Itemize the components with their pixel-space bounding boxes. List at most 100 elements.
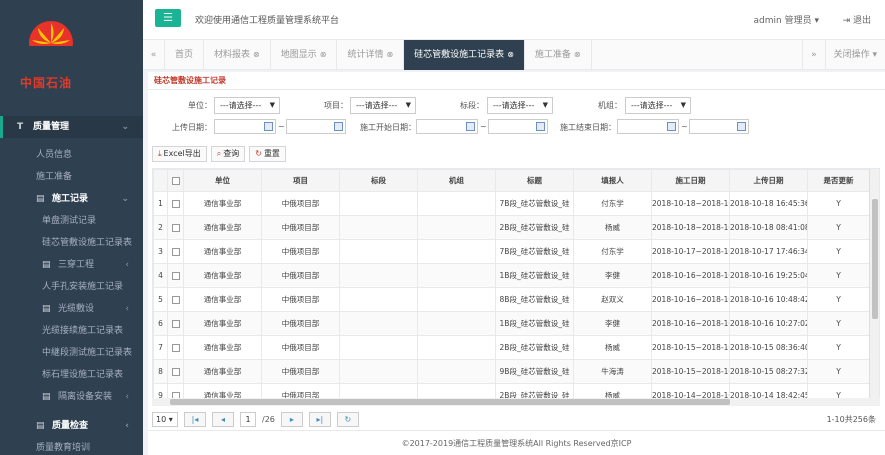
current-page-input[interactable]: 1 xyxy=(240,411,256,427)
end-date-to[interactable] xyxy=(689,119,749,134)
logout-button[interactable]: ⇥ 退出 xyxy=(843,13,871,26)
sidebar-item-relay-test[interactable]: 中継段测试施工记录表 xyxy=(0,342,143,364)
close-circle-icon[interactable]: ⊗ xyxy=(320,50,327,59)
tab-preparation[interactable]: 施工准备 ⊗ xyxy=(525,40,592,70)
calendar-icon[interactable] xyxy=(667,122,676,131)
table-row[interactable]: 5 通信事业部 中俄项目部 8B段_硅芯管敷设_硅 赵双义 2018-10-16~2018… xyxy=(153,287,870,312)
sidebar-item-reel-test[interactable]: 单盘测试记录 xyxy=(0,210,143,232)
table-row[interactable]: 7 通信事业部 中俄项目部 2B段_硅芯管敷设_硅 杨威 2018-10-15~2018-… xyxy=(153,335,870,360)
upload-date-to[interactable] xyxy=(286,119,346,134)
unit-select[interactable]: ---请选择--- ▼ xyxy=(214,97,280,114)
sidebar-item-cable-laying[interactable]: ▤ 光缆敷设 ‹ xyxy=(0,298,143,320)
start-date-from[interactable] xyxy=(416,119,478,134)
sidebar-item-preparation[interactable]: 施工准备 xyxy=(0,166,143,188)
table-row[interactable]: 4 通信事业部 中俄项目部 1B段_硅芯管敷设_硅 李健 2018-10-16~2018-… xyxy=(153,263,870,288)
row-select-cell[interactable] xyxy=(167,359,184,384)
sidebar-item-cable-splice[interactable]: 光缆接续施工记录表 xyxy=(0,320,143,342)
sidebar-item-silicon-pipe[interactable]: 硅芯管敷设施工记录表 xyxy=(0,232,143,254)
project-select[interactable]: ---请选择--- ▼ xyxy=(350,97,416,114)
sidebar-item-manhole[interactable]: 人手孔安装施工记录 xyxy=(0,276,143,298)
column-header[interactable]: 施工日期 xyxy=(651,169,730,192)
calendar-icon[interactable] xyxy=(536,122,545,131)
sidebar-section-check[interactable]: ▤ 质量检查 ‹ xyxy=(0,415,143,437)
select-all-header[interactable] xyxy=(167,169,184,192)
table-row[interactable]: 6 通信事业部 中俄项目部 1B段_硅芯管敷设_硅 李健 2018-10-16~2018-… xyxy=(153,311,870,336)
close-circle-icon[interactable]: ⊗ xyxy=(507,50,514,59)
tab-home[interactable]: 首页 xyxy=(165,40,205,70)
table-row[interactable]: 1 通信事业部 中俄项目部 7B段_硅芯管敷设_硅 付东学 2018-10-18~2018… xyxy=(153,191,870,216)
row-select-cell[interactable] xyxy=(167,335,184,360)
column-header[interactable]: 单位 xyxy=(183,169,262,192)
column-header[interactable]: 上传日期 xyxy=(729,169,808,192)
select-all-checkbox[interactable] xyxy=(171,177,180,185)
column-header[interactable]: 是否更新 xyxy=(807,169,870,192)
section-select[interactable]: ---请选择--- ▼ xyxy=(487,97,553,114)
tab-materials[interactable]: 材料报表 ⊗ xyxy=(204,40,271,70)
reset-button[interactable]: ↻ 重置 xyxy=(249,146,286,162)
vertical-scrollbar[interactable] xyxy=(869,169,879,401)
calendar-icon[interactable] xyxy=(737,122,746,131)
row-checkbox[interactable] xyxy=(171,272,180,280)
tab-scroll-right-button[interactable]: » xyxy=(802,40,825,70)
row-checkbox[interactable] xyxy=(171,200,180,208)
calendar-icon[interactable] xyxy=(334,122,343,131)
row-select-cell[interactable] xyxy=(167,215,184,240)
column-header[interactable]: 标题 xyxy=(495,169,574,192)
horizontal-scrollbar[interactable] xyxy=(152,398,880,406)
calendar-icon[interactable] xyxy=(264,122,273,131)
query-button[interactable]: ⌕ 查询 xyxy=(210,146,246,162)
excel-export-button[interactable]: ⤓ Excel导出 xyxy=(152,146,207,162)
column-header[interactable]: 项目 xyxy=(261,169,340,192)
table-row[interactable]: 2 通信事业部 中俄项目部 2B段_硅芯管敷设_硅 杨威 2018-10-18~2018-… xyxy=(153,215,870,240)
close-circle-icon[interactable]: ⊗ xyxy=(574,50,581,59)
close-ops-dropdown[interactable]: 关闭操作 ▾ xyxy=(824,40,885,70)
sidebar-item-crossing[interactable]: ▤ 三穿工程 ‹ xyxy=(0,254,143,276)
last-page-button[interactable]: ▸| xyxy=(308,411,331,427)
row-select-cell[interactable] xyxy=(167,239,184,264)
column-header[interactable]: 填报人 xyxy=(573,169,652,192)
close-circle-icon[interactable]: ⊗ xyxy=(386,50,393,59)
row-select-cell[interactable] xyxy=(167,287,184,312)
row-checkbox[interactable] xyxy=(171,296,180,304)
cell-upload: 2018-10-16 10:27:02 xyxy=(729,311,808,336)
first-page-button[interactable]: |◂ xyxy=(184,411,206,427)
row-select-cell[interactable] xyxy=(167,263,184,288)
table-row[interactable]: 8 通信事业部 中俄项目部 9B段_硅芯管敷设_硅 牛海涛 2018-10-15~2018… xyxy=(153,359,870,384)
start-date-to[interactable] xyxy=(488,119,548,134)
tab-map[interactable]: 地图显示 ⊗ xyxy=(271,40,338,70)
prev-page-button[interactable]: ◂ xyxy=(212,411,234,427)
row-checkbox[interactable] xyxy=(171,368,180,376)
row-checkbox[interactable] xyxy=(171,224,180,232)
end-date-from[interactable] xyxy=(617,119,679,134)
row-number: 4 xyxy=(153,263,168,288)
tab-silicon-pipe[interactable]: 硅芯管敷设施工记录表 ⊗ xyxy=(404,40,525,70)
sidebar-item-marker-stone[interactable]: 标石埋设施工记录表 xyxy=(0,364,143,386)
upload-date-from[interactable] xyxy=(214,119,276,134)
tab-scroll-left-button[interactable]: « xyxy=(143,40,165,70)
vertical-scroll-thumb[interactable] xyxy=(872,199,878,319)
table-row[interactable]: 3 通信事业部 中俄项目部 7B段_硅芯管敷设_硅 付东学 2018-10-17~2018… xyxy=(153,239,870,264)
sidebar-item-isolation[interactable]: ▤ 隔离设备安装 ‹ xyxy=(0,386,143,408)
sidebar-section-quality[interactable]: T 质量管理 ⌄ xyxy=(0,116,143,138)
row-select-cell[interactable] xyxy=(167,191,184,216)
machine-select[interactable]: ---请选择--- ▼ xyxy=(625,97,691,114)
cell-updated: Y xyxy=(807,287,870,312)
column-header[interactable]: 机组 xyxy=(417,169,496,192)
horizontal-scroll-thumb[interactable] xyxy=(170,399,730,405)
next-page-button[interactable]: ▸ xyxy=(280,411,303,427)
close-circle-icon[interactable]: ⊗ xyxy=(253,50,260,59)
sidebar-group-construction[interactable]: ▤ 施工记录 ⌄ xyxy=(0,188,143,210)
sidebar-item-training[interactable]: 质量教育培训 xyxy=(0,437,143,455)
row-select-cell[interactable] xyxy=(167,311,184,336)
column-header[interactable]: 标段 xyxy=(339,169,418,192)
page-size-select[interactable]: 10 ▾ xyxy=(152,411,178,427)
row-checkbox[interactable] xyxy=(171,320,180,328)
row-checkbox[interactable] xyxy=(171,248,180,256)
tab-statistics[interactable]: 统计详情 ⊗ xyxy=(337,40,405,70)
sidebar-item-personnel[interactable]: 人员信息 xyxy=(0,144,143,166)
calendar-icon[interactable] xyxy=(466,122,475,131)
user-menu[interactable]: admin 管理员 ▾ xyxy=(754,13,819,26)
refresh-page-button[interactable]: ↻ xyxy=(336,411,359,427)
row-checkbox[interactable] xyxy=(171,344,180,352)
menu-toggle-button[interactable]: ☰ xyxy=(155,9,181,27)
